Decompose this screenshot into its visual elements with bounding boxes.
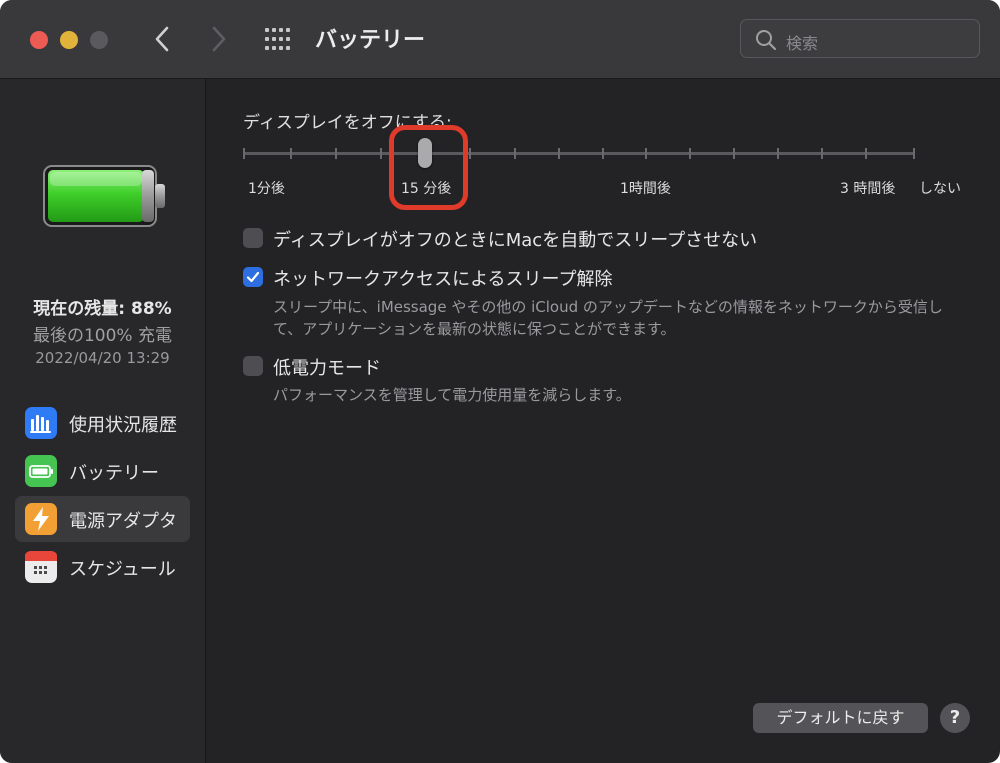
close-button[interactable] [30,31,48,49]
chevron-right-icon [212,26,226,52]
title-bar: バッテリー 検索 [0,0,1000,79]
battery-preferences-window: バッテリー 検索 現在の残量: 88% 最後の100% 充電 2022/04/2… [0,0,1000,763]
slider-tick [243,148,245,159]
slider-tick [865,148,867,159]
zoom-button[interactable] [90,31,108,49]
help-button[interactable]: ? [940,703,970,733]
restore-defaults-button[interactable]: デフォルトに戻す [753,703,928,733]
option-description: スリープ中に、iMessage やその他の iCloud のアップデートなどの情… [273,298,943,316]
battery-icon [25,455,57,487]
main-panel: ディスプレイをオフにする: 1分後 15 分後 1時間後 3 時間後 しない デ… [206,79,1000,763]
slider-tick [733,148,735,159]
calendar-icon [25,551,57,583]
slider-tick [558,148,560,159]
battery-large-icon [43,165,165,227]
option-label: ディスプレイがオフのときにMacを自動でスリープさせない [273,230,758,251]
back-button[interactable] [148,22,178,56]
network-wake-checkbox[interactable] [243,267,263,287]
sidebar-item-usage-history[interactable]: 使用状況履歴 [15,400,190,446]
last-full-charge-date: 2022/04/20 13:29 [35,349,170,367]
prevent-sleep-checkbox[interactable] [243,228,263,248]
slider-label-1hour: 1時間後 [620,181,671,197]
slider-tick [645,148,647,159]
slider-tick [689,148,691,159]
low-power-mode-checkbox[interactable] [243,356,263,376]
sidebar-item-schedule[interactable]: スケジュール [15,544,190,590]
sidebar-item-label: 使用状況履歴 [69,415,177,436]
sidebar-item-label: スケジュール [69,559,176,580]
slider-label-3hours: 3 時間後 [840,181,896,197]
slider-tick [514,148,516,159]
option-description: て、アプリケーションを最新の状態に保つことができます。 [273,320,676,338]
minimize-button[interactable] [60,31,78,49]
window-title: バッテリー [315,28,426,53]
show-all-grid-button[interactable] [264,27,292,51]
chevron-left-icon [155,26,169,52]
forward-button[interactable] [203,22,233,56]
lightning-icon [25,503,57,535]
sidebar-item-battery[interactable]: バッテリー [15,448,190,494]
display-off-slider[interactable] [243,148,915,159]
slider-label-1min: 1分後 [248,181,285,197]
sidebar-item-label: 電源アダプタ [69,511,177,532]
slider-tick [380,148,382,159]
option-label: 低電力モード [273,358,381,379]
search-input[interactable]: 検索 [740,19,980,58]
slider-tick [290,148,292,159]
sidebar-item-power-adapter[interactable]: 電源アダプタ [15,496,190,542]
slider-tick [469,148,471,159]
sidebar-item-label: バッテリー [69,463,159,484]
slider-tick [602,148,604,159]
slider-tick [335,148,337,159]
option-label: ネットワークアクセスによるスリープ解除 [273,269,613,290]
sidebar: 現在の残量: 88% 最後の100% 充電 2022/04/20 13:29 使… [0,79,206,763]
search-placeholder: 検索 [786,34,819,53]
current-charge: 現在の残量: 88% [33,299,172,319]
slider-tick [821,148,823,159]
slider-tick [913,148,915,159]
slider-tick [777,148,779,159]
slider-label-15min: 15 分後 [401,181,452,197]
bar-chart-icon [25,407,57,439]
last-full-charge-label: 最後の100% 充電 [32,326,172,346]
grid-icon [265,28,290,50]
option-description: パフォーマンスを管理して電力使用量を減らします。 [273,386,631,404]
checkmark-icon [246,271,260,283]
search-icon [756,30,777,51]
slider-label-never: しない [919,181,961,197]
